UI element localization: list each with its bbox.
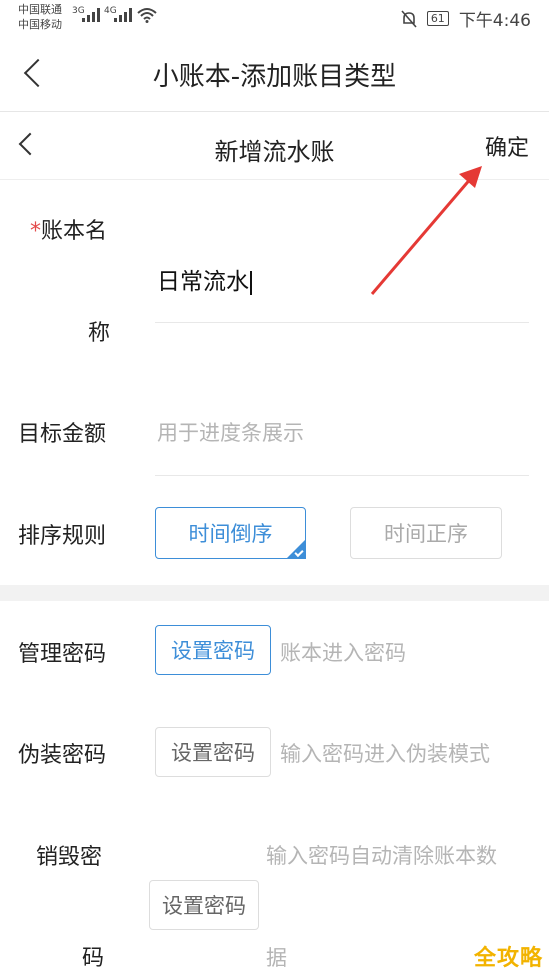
name-label: *账本名 [30, 213, 107, 245]
carrier-1: 中国联通 [18, 3, 62, 16]
name-label-line1: 账本名 [41, 219, 108, 244]
set-admin-password-label: 设置密码 [171, 639, 255, 663]
name-input[interactable]: 日常流水 [157, 262, 252, 296]
mute-bell-icon [401, 9, 417, 28]
carrier-2: 中国移动 [18, 18, 62, 31]
carrier-info: 中国联通 中国移动 [18, 2, 62, 32]
name-input-value: 日常流水 [157, 269, 249, 295]
clock: 下午4:46 [458, 11, 531, 31]
signal-icon [82, 8, 100, 22]
target-amount-underline [155, 475, 529, 476]
target-amount-input[interactable]: 用于进度条展示 [157, 417, 304, 447]
form-navbar: 新增流水账 确定 [0, 112, 549, 180]
set-destroy-password-button[interactable]: 设置密码 [149, 880, 259, 930]
set-disguise-password-label: 设置密码 [171, 741, 255, 765]
admin-password-label: 管理密码 [18, 642, 107, 667]
battery-indicator: 61 [426, 11, 449, 26]
page-title: 小账本-添加账目类型 [152, 62, 397, 92]
sort-rule-label: 排序规则 [18, 524, 107, 549]
destroy-password-label-line2: 码 [82, 946, 105, 971]
section-separator [0, 585, 549, 601]
annotation-arrow-line [370, 176, 474, 295]
set-admin-password-button[interactable]: 设置密码 [155, 625, 271, 675]
admin-password-hint: 账本进入密码 [280, 641, 406, 665]
sort-asc-option[interactable]: 时间正序 [350, 507, 502, 559]
status-bar: 中国联通 中国移动 3G 4G 61 下午4:46 [0, 0, 549, 38]
signal-icon-2 [114, 8, 132, 22]
sort-desc-option[interactable]: 时间倒序 [155, 507, 306, 559]
destroy-password-hint-line1: 输入密码自动清除账本数 [266, 844, 497, 868]
status-right: 61 下午4:46 [401, 6, 531, 31]
confirm-button[interactable]: 确定 [485, 130, 529, 162]
form-title: 新增流水账 [214, 138, 335, 166]
sort-asc-label: 时间正序 [384, 522, 468, 546]
name-label-line2: 称 [88, 321, 111, 346]
name-input-underline [155, 322, 529, 323]
destroy-password-label-line1: 销毁密 [36, 845, 103, 870]
wifi-icon [137, 8, 157, 23]
set-disguise-password-button[interactable]: 设置密码 [155, 727, 271, 777]
app-header: 小账本-添加账目类型 [0, 38, 549, 112]
watermark-logo: 全攻略 [473, 946, 543, 971]
disguise-password-hint: 输入密码进入伪装模式 [280, 742, 490, 766]
disguise-password-label: 伪装密码 [18, 743, 107, 768]
text-caret [250, 270, 252, 295]
set-destroy-password-label: 设置密码 [162, 894, 246, 918]
sort-desc-label: 时间倒序 [188, 522, 273, 546]
destroy-password-hint-line2: 据 [266, 946, 287, 970]
required-star: * [30, 219, 41, 244]
target-amount-label: 目标金额 [18, 422, 107, 447]
